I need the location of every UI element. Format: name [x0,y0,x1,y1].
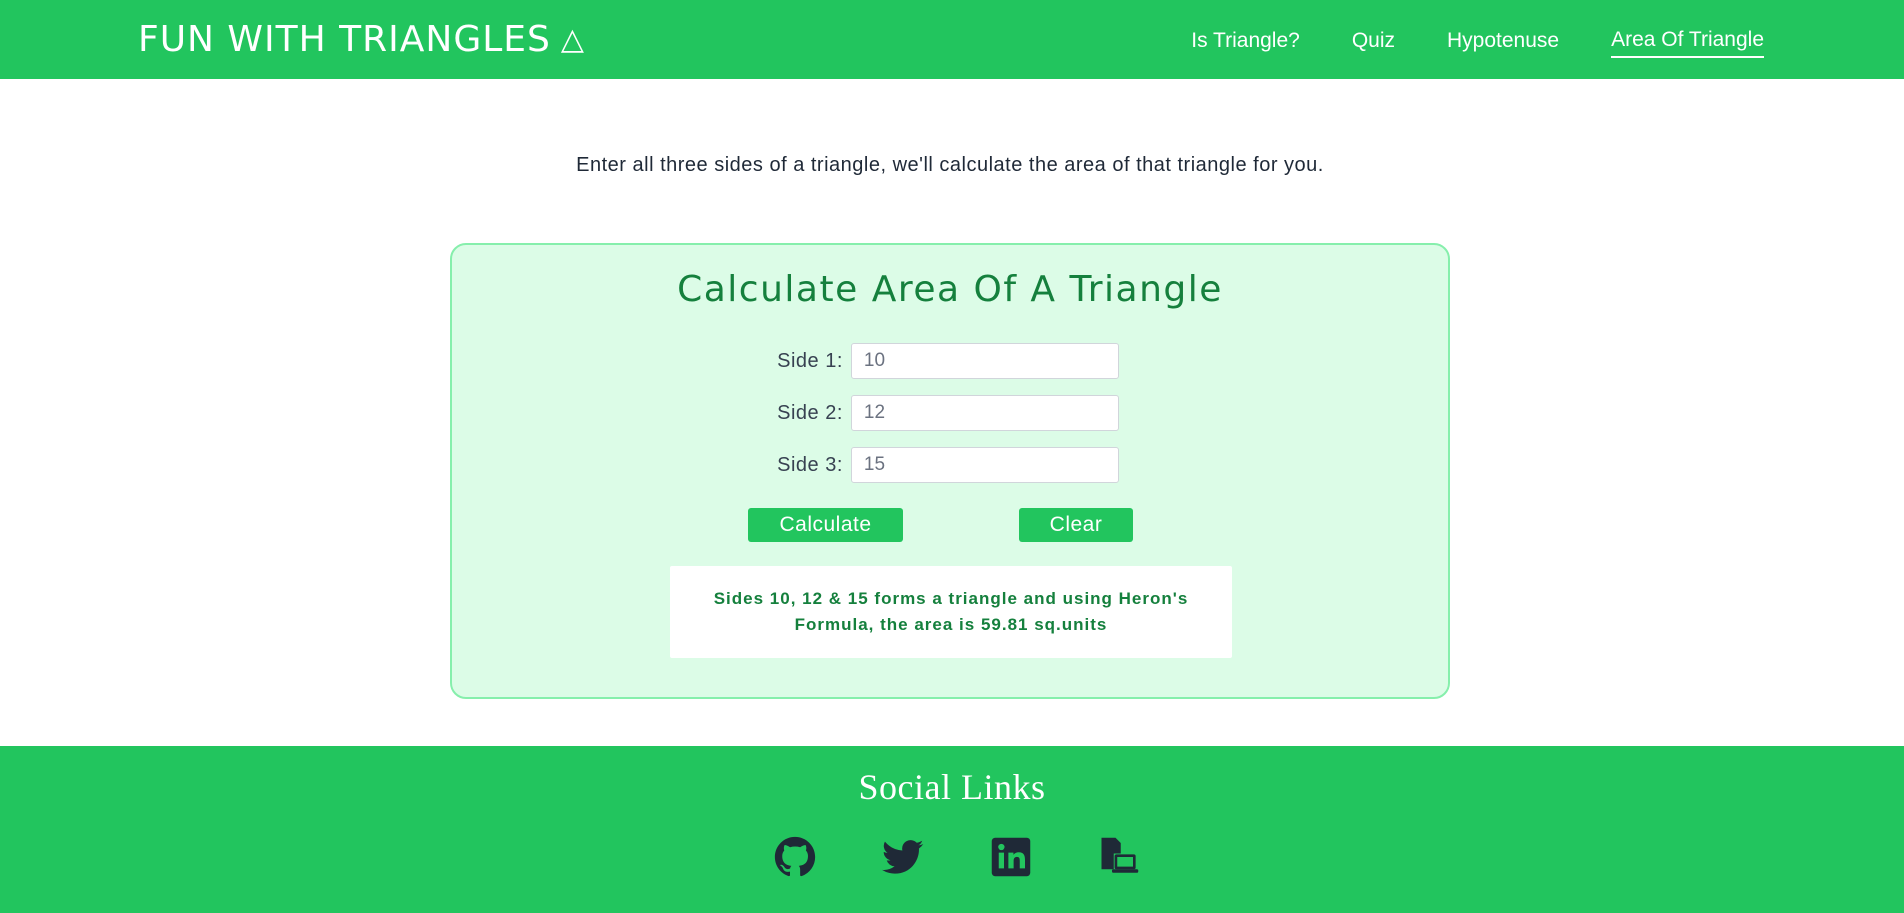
side-1-label: Side 1: [777,349,843,372]
navbar: FUN WITH TRIANGLES △ Is Triangle? Quiz H… [0,0,1904,79]
side-1-input[interactable] [850,343,1119,379]
calculator-card: Calculate Area Of A Triangle Side 1: Sid… [450,243,1450,699]
calculator-title: Calculate Area Of A Triangle [677,269,1223,310]
nav-link-is-triangle[interactable]: Is Triangle? [1191,23,1300,57]
side-2-row: Side 2: [452,394,1448,432]
result-output: Sides 10, 12 & 15 forms a triangle and u… [670,566,1232,658]
nav-link-area-of-triangle[interactable]: Area Of Triangle [1611,22,1764,58]
nav-link-hypotenuse[interactable]: Hypotenuse [1447,23,1559,57]
clear-button[interactable]: Clear [1019,508,1133,542]
intro-text: Enter all three sides of a triangle, we'… [576,154,1324,176]
side-3-row: Side 3: [452,446,1448,484]
side-2-label: Side 2: [777,401,843,424]
linkedin-icon[interactable] [990,836,1032,878]
side-3-input[interactable] [850,447,1119,483]
social-icons [0,836,1904,878]
github-icon[interactable] [774,836,816,878]
nav-link-quiz[interactable]: Quiz [1352,23,1395,57]
footer: Social Links [0,746,1904,913]
twitter-icon[interactable] [882,836,924,878]
triangle-icon: △ [560,21,585,57]
brand-title: FUN WITH TRIANGLES [138,19,551,60]
side-3-label: Side 3: [777,453,843,476]
calculate-button[interactable]: Calculate [748,508,903,542]
side-1-row: Side 1: [452,342,1448,380]
brand-logo[interactable]: FUN WITH TRIANGLES △ [138,19,585,60]
nav-links: Is Triangle? Quiz Hypotenuse Area Of Tri… [1191,22,1764,58]
side-2-input[interactable] [850,395,1119,431]
social-links-title: Social Links [858,767,1046,807]
portfolio-icon[interactable] [1098,836,1140,878]
